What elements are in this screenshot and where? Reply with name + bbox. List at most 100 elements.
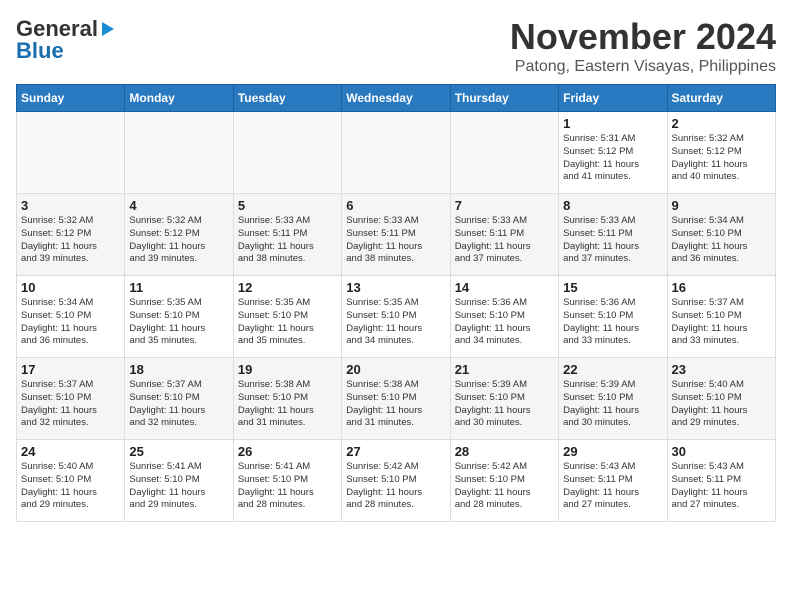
day-number: 18 <box>129 362 228 377</box>
cell-content: Sunrise: 5:43 AM Sunset: 5:11 PM Dayligh… <box>672 461 771 512</box>
day-number: 19 <box>238 362 337 377</box>
cell-content: Sunrise: 5:41 AM Sunset: 5:10 PM Dayligh… <box>129 461 228 512</box>
column-header-wednesday: Wednesday <box>342 85 450 112</box>
cell-content: Sunrise: 5:34 AM Sunset: 5:10 PM Dayligh… <box>21 297 120 348</box>
calendar-cell: 19 Sunrise: 5:38 AM Sunset: 5:10 PM Dayli… <box>233 358 341 440</box>
calendar-body: 1 Sunrise: 5:31 AM Sunset: 5:12 PM Daylig… <box>17 112 776 522</box>
day-number: 23 <box>672 362 771 377</box>
day-number: 12 <box>238 280 337 295</box>
cell-content: Sunrise: 5:33 AM Sunset: 5:11 PM Dayligh… <box>238 215 337 266</box>
cell-content: Sunrise: 5:39 AM Sunset: 5:10 PM Dayligh… <box>455 379 554 430</box>
calendar-week-row: 3Sunrise: 5:32 AM Sunset: 5:12 PM Daylig… <box>17 194 776 276</box>
day-number: 17 <box>21 362 120 377</box>
day-number: 30 <box>672 444 771 459</box>
calendar-cell <box>125 112 233 194</box>
day-number: 3 <box>21 198 120 213</box>
calendar-cell: 5Sunrise: 5:33 AM Sunset: 5:11 PM Daylig… <box>233 194 341 276</box>
cell-content: Sunrise: 5:43 AM Sunset: 5:11 PM Dayligh… <box>563 461 662 512</box>
calendar-cell: 13 Sunrise: 5:35 AM Sunset: 5:10 PM Dayli… <box>342 276 450 358</box>
calendar-cell: 30 Sunrise: 5:43 AM Sunset: 5:11 PM Dayli… <box>667 440 775 522</box>
calendar-header-row: SundayMondayTuesdayWednesdayThursdayFrid… <box>17 85 776 112</box>
day-number: 15 <box>563 280 662 295</box>
calendar-cell: 16 Sunrise: 5:37 AM Sunset: 5:10 PM Dayli… <box>667 276 775 358</box>
calendar-cell: 3Sunrise: 5:32 AM Sunset: 5:12 PM Daylig… <box>17 194 125 276</box>
calendar-cell: 12 Sunrise: 5:35 AM Sunset: 5:10 PM Dayli… <box>233 276 341 358</box>
cell-content: Sunrise: 5:37 AM Sunset: 5:10 PM Dayligh… <box>129 379 228 430</box>
day-number: 16 <box>672 280 771 295</box>
day-number: 24 <box>21 444 120 459</box>
day-number: 21 <box>455 362 554 377</box>
cell-content: Sunrise: 5:38 AM Sunset: 5:10 PM Dayligh… <box>238 379 337 430</box>
calendar-cell: 7Sunrise: 5:33 AM Sunset: 5:11 PM Daylig… <box>450 194 558 276</box>
column-header-friday: Friday <box>559 85 667 112</box>
day-number: 25 <box>129 444 228 459</box>
calendar-cell: 11 Sunrise: 5:35 AM Sunset: 5:10 PM Dayli… <box>125 276 233 358</box>
calendar-cell: 2 Sunrise: 5:32 AM Sunset: 5:12 PM Daylig… <box>667 112 775 194</box>
cell-content: Sunrise: 5:36 AM Sunset: 5:10 PM Dayligh… <box>455 297 554 348</box>
column-header-thursday: Thursday <box>450 85 558 112</box>
cell-content: Sunrise: 5:42 AM Sunset: 5:10 PM Dayligh… <box>455 461 554 512</box>
location: Patong, Eastern Visayas, Philippines <box>510 58 776 76</box>
calendar-cell: 15Sunrise: 5:36 AM Sunset: 5:10 PM Dayli… <box>559 276 667 358</box>
cell-content: Sunrise: 5:33 AM Sunset: 5:11 PM Dayligh… <box>563 215 662 266</box>
calendar-week-row: 1 Sunrise: 5:31 AM Sunset: 5:12 PM Daylig… <box>17 112 776 194</box>
calendar-cell: 29 Sunrise: 5:43 AM Sunset: 5:11 PM Dayli… <box>559 440 667 522</box>
cell-content: Sunrise: 5:33 AM Sunset: 5:11 PM Dayligh… <box>346 215 445 266</box>
column-header-saturday: Saturday <box>667 85 775 112</box>
calendar-cell: 14 Sunrise: 5:36 AM Sunset: 5:10 PM Dayli… <box>450 276 558 358</box>
calendar-cell: 21 Sunrise: 5:39 AM Sunset: 5:10 PM Dayli… <box>450 358 558 440</box>
calendar-table: SundayMondayTuesdayWednesdayThursdayFrid… <box>16 84 776 522</box>
calendar-cell: 26Sunrise: 5:41 AM Sunset: 5:10 PM Dayli… <box>233 440 341 522</box>
calendar-week-row: 17 Sunrise: 5:37 AM Sunset: 5:10 PM Dayli… <box>17 358 776 440</box>
column-header-tuesday: Tuesday <box>233 85 341 112</box>
column-header-sunday: Sunday <box>17 85 125 112</box>
calendar-cell: 27Sunrise: 5:42 AM Sunset: 5:10 PM Dayli… <box>342 440 450 522</box>
cell-content: Sunrise: 5:34 AM Sunset: 5:10 PM Dayligh… <box>672 215 771 266</box>
calendar-cell: 23 Sunrise: 5:40 AM Sunset: 5:10 PM Dayli… <box>667 358 775 440</box>
logo-blue: Blue <box>16 38 64 64</box>
calendar-cell: 18 Sunrise: 5:37 AM Sunset: 5:10 PM Dayli… <box>125 358 233 440</box>
day-number: 20 <box>346 362 445 377</box>
cell-content: Sunrise: 5:35 AM Sunset: 5:10 PM Dayligh… <box>346 297 445 348</box>
calendar-week-row: 24 Sunrise: 5:40 AM Sunset: 5:10 PM Dayli… <box>17 440 776 522</box>
cell-content: Sunrise: 5:40 AM Sunset: 5:10 PM Dayligh… <box>672 379 771 430</box>
day-number: 29 <box>563 444 662 459</box>
calendar-cell: 22Sunrise: 5:39 AM Sunset: 5:10 PM Dayli… <box>559 358 667 440</box>
cell-content: Sunrise: 5:33 AM Sunset: 5:11 PM Dayligh… <box>455 215 554 266</box>
calendar-cell: 10 Sunrise: 5:34 AM Sunset: 5:10 PM Dayli… <box>17 276 125 358</box>
calendar-cell: 4Sunrise: 5:32 AM Sunset: 5:12 PM Daylig… <box>125 194 233 276</box>
logo-arrow-icon <box>102 22 114 36</box>
day-number: 13 <box>346 280 445 295</box>
calendar-cell: 6Sunrise: 5:33 AM Sunset: 5:11 PM Daylig… <box>342 194 450 276</box>
calendar-cell: 24 Sunrise: 5:40 AM Sunset: 5:10 PM Dayli… <box>17 440 125 522</box>
cell-content: Sunrise: 5:35 AM Sunset: 5:10 PM Dayligh… <box>238 297 337 348</box>
day-number: 10 <box>21 280 120 295</box>
calendar-cell <box>342 112 450 194</box>
day-number: 11 <box>129 280 228 295</box>
cell-content: Sunrise: 5:35 AM Sunset: 5:10 PM Dayligh… <box>129 297 228 348</box>
cell-content: Sunrise: 5:31 AM Sunset: 5:12 PM Dayligh… <box>563 133 662 184</box>
day-number: 26 <box>238 444 337 459</box>
day-number: 22 <box>563 362 662 377</box>
calendar-cell <box>450 112 558 194</box>
logo: General Blue <box>16 16 114 64</box>
calendar-cell: 20Sunrise: 5:38 AM Sunset: 5:10 PM Dayli… <box>342 358 450 440</box>
cell-content: Sunrise: 5:40 AM Sunset: 5:10 PM Dayligh… <box>21 461 120 512</box>
day-number: 1 <box>563 116 662 131</box>
day-number: 27 <box>346 444 445 459</box>
day-number: 2 <box>672 116 771 131</box>
cell-content: Sunrise: 5:37 AM Sunset: 5:10 PM Dayligh… <box>21 379 120 430</box>
day-number: 14 <box>455 280 554 295</box>
cell-content: Sunrise: 5:37 AM Sunset: 5:10 PM Dayligh… <box>672 297 771 348</box>
calendar-cell: 9Sunrise: 5:34 AM Sunset: 5:10 PM Daylig… <box>667 194 775 276</box>
day-number: 28 <box>455 444 554 459</box>
calendar-cell: 17 Sunrise: 5:37 AM Sunset: 5:10 PM Dayli… <box>17 358 125 440</box>
calendar-cell <box>17 112 125 194</box>
calendar-cell: 1 Sunrise: 5:31 AM Sunset: 5:12 PM Daylig… <box>559 112 667 194</box>
calendar-cell: 25 Sunrise: 5:41 AM Sunset: 5:10 PM Dayli… <box>125 440 233 522</box>
day-number: 8 <box>563 198 662 213</box>
calendar-cell: 8 Sunrise: 5:33 AM Sunset: 5:11 PM Daylig… <box>559 194 667 276</box>
month-title: November 2024 <box>510 16 776 58</box>
column-header-monday: Monday <box>125 85 233 112</box>
cell-content: Sunrise: 5:32 AM Sunset: 5:12 PM Dayligh… <box>672 133 771 184</box>
